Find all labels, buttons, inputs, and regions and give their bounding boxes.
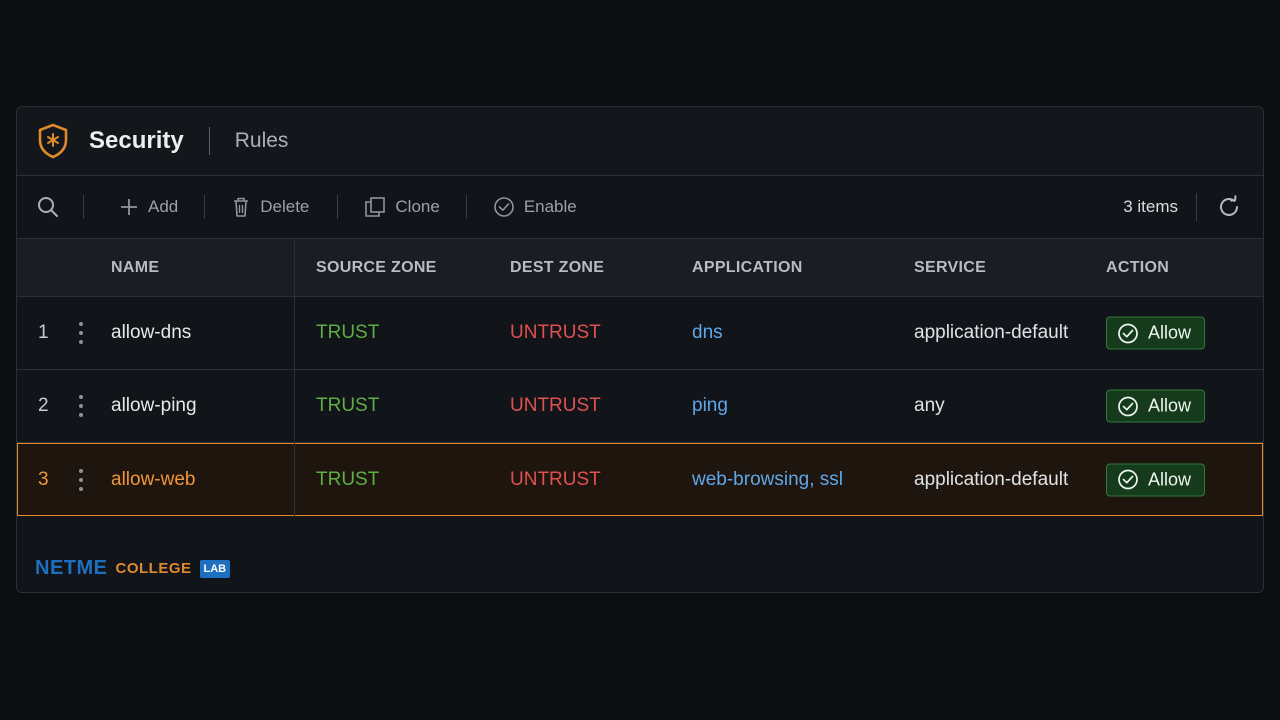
column-header-dest-zone[interactable]: DEST ZONE	[510, 259, 604, 277]
item-count: 3 items	[1123, 197, 1178, 216]
row-menu-icon[interactable]	[79, 322, 83, 344]
header-divider	[208, 127, 210, 155]
check-circle-icon	[1118, 469, 1138, 490]
table-header: NAME SOURCE ZONE DEST ZONE APPLICATION S…	[17, 239, 1263, 297]
service: application-default	[914, 322, 1069, 343]
add-button-label: Add	[148, 197, 179, 216]
brand-tag: LAB	[199, 559, 231, 578]
application[interactable]: web-browsing, ssl	[692, 469, 843, 491]
source-zone: TRUST	[316, 468, 380, 490]
delete-button[interactable]: Delete	[231, 196, 309, 218]
page-title: Security	[89, 127, 184, 154]
add-button[interactable]: Add	[119, 197, 178, 217]
row-menu-icon[interactable]	[79, 395, 83, 417]
toolbar: Add Delete Clone Enable 3 items	[17, 176, 1263, 239]
security-rules-panel: Security Rules Add Delete Clone Enable 3…	[16, 106, 1264, 593]
panel-header: Security Rules	[17, 107, 1263, 176]
toolbar-right: 3 items	[1123, 176, 1241, 238]
check-circle-icon	[493, 196, 515, 218]
column-header-service[interactable]: SERVICE	[914, 259, 986, 277]
dest-zone: UNTRUST	[510, 322, 601, 343]
brand-sub: COLLEGE	[115, 560, 192, 577]
action-badge[interactable]: Allow	[1106, 463, 1205, 496]
enable-button[interactable]: Enable	[493, 196, 577, 218]
clone-button[interactable]: Clone	[364, 196, 440, 218]
search-icon[interactable]	[36, 195, 60, 219]
plus-icon	[119, 197, 139, 217]
action-label: Allow	[1148, 469, 1192, 489]
row-menu-icon[interactable]	[79, 468, 83, 491]
toolbar-divider	[1196, 193, 1197, 221]
check-circle-icon	[1118, 396, 1138, 416]
column-divider	[294, 443, 295, 516]
toolbar-divider	[465, 195, 467, 219]
delete-button-label: Delete	[260, 197, 310, 216]
trash-icon	[231, 196, 251, 218]
table-row[interactable]: 1 allow-dns TRUST UNTRUST dns applicatio…	[17, 297, 1263, 370]
column-header-name[interactable]: NAME	[111, 259, 159, 277]
clone-icon	[364, 196, 386, 218]
dest-zone: UNTRUST	[510, 468, 601, 490]
source-zone: TRUST	[316, 322, 380, 343]
action-badge[interactable]: Allow	[1106, 389, 1205, 423]
column-divider	[294, 297, 295, 369]
table-body: 1 allow-dns TRUST UNTRUST dns applicatio…	[17, 297, 1263, 516]
table-row[interactable]: 2 allow-ping TRUST UNTRUST ping any Allo…	[17, 370, 1263, 443]
column-divider	[294, 239, 295, 296]
row-number: 2	[38, 395, 49, 416]
brand-main: NETME	[35, 557, 108, 579]
service: any	[914, 395, 945, 416]
clone-button-label: Clone	[395, 197, 440, 216]
action-label: Allow	[1148, 395, 1192, 416]
check-circle-icon	[1118, 323, 1138, 343]
rule-name[interactable]: allow-web	[111, 469, 195, 491]
column-divider	[294, 370, 295, 442]
refresh-icon[interactable]	[1217, 195, 1241, 219]
table-row-selected[interactable]: 3 allow-web TRUST UNTRUST web-browsing, …	[17, 443, 1263, 516]
action-label: Allow	[1148, 322, 1192, 343]
row-number: 1	[38, 322, 49, 343]
dest-zone: UNTRUST	[510, 395, 601, 416]
toolbar-divider	[83, 195, 84, 219]
column-header-source-zone[interactable]: SOURCE ZONE	[316, 259, 437, 277]
column-header-action[interactable]: ACTION	[1106, 259, 1169, 277]
column-header-application[interactable]: APPLICATION	[692, 259, 803, 277]
page-subtitle: Rules	[234, 129, 289, 152]
brand-logo: NETME COLLEGE LAB	[35, 557, 231, 580]
service: application-default	[914, 468, 1069, 490]
toolbar-divider	[204, 195, 206, 219]
application[interactable]: ping	[692, 395, 728, 417]
application[interactable]: dns	[692, 322, 723, 344]
rule-name[interactable]: allow-dns	[111, 322, 191, 344]
rule-name[interactable]: allow-ping	[111, 395, 197, 417]
source-zone: TRUST	[316, 395, 380, 416]
shield-icon	[37, 123, 69, 159]
enable-button-label: Enable	[523, 197, 577, 216]
action-badge[interactable]: Allow	[1106, 316, 1205, 350]
toolbar-divider	[337, 195, 339, 219]
row-number: 3	[38, 468, 49, 490]
